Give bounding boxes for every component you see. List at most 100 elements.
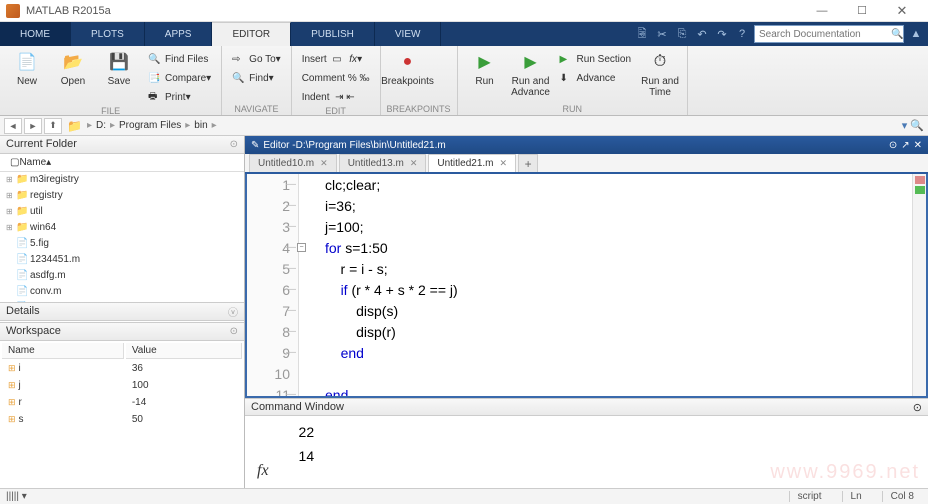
code-minimap[interactable] bbox=[912, 174, 926, 396]
current-folder-header[interactable]: Current Folder⊙ bbox=[0, 136, 244, 154]
new-tab-button[interactable]: + bbox=[518, 154, 538, 172]
qat-redo-icon[interactable]: ↷ bbox=[714, 26, 730, 42]
new-file-icon: 📄 bbox=[15, 50, 39, 74]
find-button[interactable]: 🔍Find ▾ bbox=[228, 69, 285, 87]
qat-cut-icon[interactable]: ✂ bbox=[654, 26, 670, 42]
breakpoints-button[interactable]: ●Breakpoints bbox=[387, 48, 429, 87]
file-row[interactable]: ⊞📁util bbox=[0, 204, 244, 220]
editor-body: 1— 2— 3— 4—− 5— 6— 7— 8— 9— 10 11— clc;c… bbox=[245, 174, 928, 398]
run-and-advance-button[interactable]: ▶Run and Advance bbox=[510, 48, 552, 98]
file-list[interactable]: ⊞📁m3iregistry⊞📁registry⊞📁util⊞📁win64📄5.f… bbox=[0, 172, 244, 302]
code-area[interactable]: clc;clear; i=36; j=100; for s=1:50 r = i… bbox=[299, 174, 926, 396]
path-search-icon[interactable]: ▾ 🔍 bbox=[902, 119, 924, 132]
qat-help-icon[interactable]: ? bbox=[734, 26, 750, 42]
editor-close-icon[interactable]: ✕ bbox=[914, 140, 922, 151]
file-name-column[interactable]: ▢ Name ▴ bbox=[0, 154, 244, 172]
advance-button[interactable]: ⬇Advance bbox=[556, 69, 635, 87]
ribbon-tab-plots[interactable]: PLOTS bbox=[71, 22, 145, 46]
ws-col-name[interactable]: Name bbox=[2, 343, 124, 359]
ribbon-group-file: 📄New 📂Open 💾Save 🔍Find Files 📑Compare ▾ … bbox=[0, 46, 222, 115]
tab-close-icon[interactable]: ✕ bbox=[410, 158, 418, 169]
editor-dropdown-icon[interactable]: ⊙ bbox=[889, 140, 897, 151]
editor-title-bar[interactable]: ✎ Editor - D:\Program Files\bin\Untitled… bbox=[245, 136, 928, 154]
save-button[interactable]: 💾Save bbox=[98, 48, 140, 87]
minimize-button[interactable]: — bbox=[802, 1, 842, 21]
nav-up-button[interactable]: ⬆ bbox=[44, 118, 62, 134]
maximize-button[interactable]: ☐ bbox=[842, 1, 882, 21]
search-documentation[interactable]: 🔍 bbox=[754, 25, 904, 43]
workspace-row[interactable]: ⊞r-14 bbox=[2, 395, 242, 410]
cmd-output-line: 22 bbox=[299, 420, 315, 444]
breadcrumb-1[interactable]: Program Files bbox=[117, 120, 183, 131]
qat-undo-icon[interactable]: ↶ bbox=[694, 26, 710, 42]
search-input[interactable] bbox=[759, 29, 891, 40]
file-row[interactable]: ⊞📁registry bbox=[0, 188, 244, 204]
workspace-row[interactable]: ⊞j100 bbox=[2, 378, 242, 393]
indent-button[interactable]: Indent ⇥ ⇤ bbox=[298, 88, 374, 106]
tab-close-icon[interactable]: ✕ bbox=[500, 158, 508, 169]
run-and-time-button[interactable]: ⏱Run and Time bbox=[639, 48, 681, 98]
breakpoint-icon: ● bbox=[396, 50, 420, 74]
command-window[interactable]: fx 22 14 www.9969.net bbox=[245, 416, 928, 488]
line-gutter: 1— 2— 3— 4—− 5— 6— 7— 8— 9— 10 11— bbox=[247, 174, 299, 396]
run-section-button[interactable]: ▶Run Section bbox=[556, 50, 635, 68]
qat-icon[interactable]: 🗟 bbox=[634, 26, 650, 42]
open-button[interactable]: 📂Open bbox=[52, 48, 94, 87]
editor-tab-0[interactable]: Untitled10.m✕ bbox=[249, 154, 337, 172]
ribbon-collapse-icon[interactable]: ▲ bbox=[908, 26, 924, 42]
nav-fwd-button[interactable]: ► bbox=[24, 118, 42, 134]
status-left: ||||| ▾ bbox=[6, 491, 27, 502]
compare-button[interactable]: 📑Compare ▾ bbox=[144, 69, 215, 87]
ws-col-value[interactable]: Value bbox=[126, 343, 242, 359]
ribbon-group-navigate: ⇨Go To ▾ 🔍Find ▾ NAVIGATE bbox=[222, 46, 292, 115]
search-icon[interactable]: 🔍 bbox=[891, 29, 903, 40]
find-files-button[interactable]: 🔍Find Files bbox=[144, 50, 215, 68]
run-advance-icon: ▶ bbox=[519, 50, 543, 74]
workspace-row[interactable]: ⊞i36 bbox=[2, 361, 242, 376]
panel-menu-icon[interactable]: ⊙ bbox=[230, 139, 238, 150]
editor-undock-icon[interactable]: ↗ bbox=[901, 140, 909, 151]
run-button[interactable]: ▶Run bbox=[464, 48, 506, 87]
editor-tab-1[interactable]: Untitled13.m✕ bbox=[339, 154, 427, 172]
ribbon-tab-view[interactable]: VIEW bbox=[375, 22, 442, 46]
ribbon-tab-publish[interactable]: PUBLISH bbox=[291, 22, 375, 46]
new-button[interactable]: 📄New bbox=[6, 48, 48, 87]
status-ln: Ln bbox=[842, 491, 870, 502]
comment-button[interactable]: Comment % ‰ bbox=[298, 69, 374, 87]
run-time-icon: ⏱ bbox=[648, 50, 672, 74]
breadcrumb-2[interactable]: bin bbox=[192, 120, 209, 131]
tab-close-icon[interactable]: ✕ bbox=[320, 158, 328, 169]
ribbon-tab-apps[interactable]: APPS bbox=[145, 22, 213, 46]
file-row[interactable]: 📄5.fig bbox=[0, 236, 244, 252]
details-header[interactable]: Detailsⓥ bbox=[0, 303, 244, 321]
insert-button[interactable]: Insert ▭ fx ▾ bbox=[298, 50, 374, 68]
file-row[interactable]: 📄conv.m bbox=[0, 284, 244, 300]
panel-menu-icon[interactable]: ⊙ bbox=[913, 401, 922, 414]
ribbon-group-breakpoints: ●Breakpoints BREAKPOINTS bbox=[381, 46, 458, 115]
print-button[interactable]: 🖶Print ▾ bbox=[144, 88, 215, 106]
panel-menu-icon[interactable]: ⊙ bbox=[230, 326, 238, 337]
breadcrumb-drive[interactable]: D: bbox=[94, 120, 108, 131]
run-section-icon: ▶ bbox=[560, 54, 574, 65]
file-row[interactable]: 📄1234451.m bbox=[0, 252, 244, 268]
advance-icon: ⬇ bbox=[560, 73, 574, 84]
close-button[interactable]: ✕ bbox=[882, 1, 922, 21]
file-row[interactable]: ⊞📁m3iregistry bbox=[0, 172, 244, 188]
file-row[interactable]: ⊞📁win64 bbox=[0, 220, 244, 236]
nav-back-button[interactable]: ◄ bbox=[4, 118, 22, 134]
current-folder-panel: Current Folder⊙ ▢ Name ▴ ⊞📁m3iregistry⊞📁… bbox=[0, 136, 244, 302]
open-folder-icon: 📂 bbox=[61, 50, 85, 74]
editor-tab-2[interactable]: Untitled21.m✕ bbox=[428, 154, 516, 172]
file-row[interactable]: 📄asdfg.m bbox=[0, 268, 244, 284]
main-area: Current Folder⊙ ▢ Name ▴ ⊞📁m3iregistry⊞📁… bbox=[0, 136, 928, 488]
ribbon-tab-home[interactable]: HOME bbox=[0, 22, 71, 46]
workspace-row[interactable]: ⊞s50 bbox=[2, 412, 242, 427]
command-window-header[interactable]: Command Window⊙ bbox=[245, 398, 928, 416]
ribbon-tab-editor[interactable]: EDITOR bbox=[212, 22, 291, 46]
goto-button[interactable]: ⇨Go To ▾ bbox=[228, 50, 285, 68]
cmd-output-line: 14 bbox=[299, 444, 315, 468]
compare-icon: 📑 bbox=[148, 73, 162, 84]
panel-expand-icon[interactable]: ⓥ bbox=[228, 304, 238, 319]
qat-copy-icon[interactable]: ⎘ bbox=[674, 26, 690, 42]
workspace-header[interactable]: Workspace⊙ bbox=[0, 323, 244, 341]
